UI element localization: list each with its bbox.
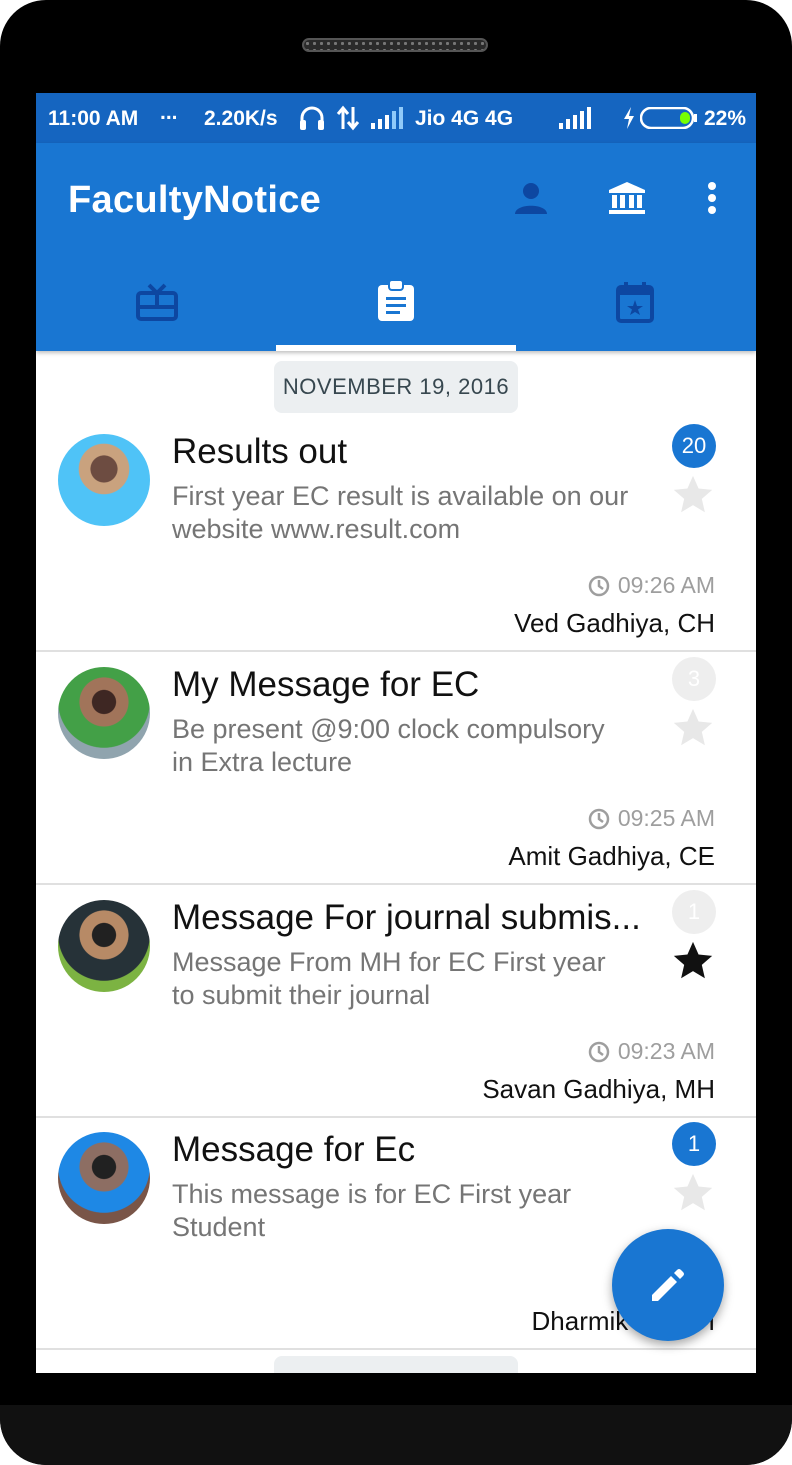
- notice-time-text: 09:25 AM: [617, 805, 715, 831]
- more-vert-icon[interactable]: [706, 181, 718, 220]
- battery-icon: [639, 106, 698, 135]
- notice-sender: Amit Gadhiya, CE: [508, 841, 715, 871]
- notice-title: My Message for EC: [172, 665, 480, 704]
- app-screen: 11:00 AM ... 2.20K/s Jio 4G 4G 22% Facul…: [36, 93, 756, 1373]
- status-dots: ...: [160, 101, 178, 124]
- notice-sender: Savan Gadhiya, MH: [482, 1074, 715, 1104]
- notice-time: 09:26 AM: [588, 572, 715, 599]
- edit-pencil-icon: [652, 1269, 684, 1301]
- app-title: FacultyNotice: [68, 179, 322, 221]
- status-carrier: Jio 4G 4G: [415, 107, 514, 130]
- signal-full-icon: [558, 107, 592, 137]
- avatar[interactable]: [58, 1132, 150, 1224]
- clock-icon: [588, 808, 610, 830]
- card-giftcard-icon: [136, 283, 178, 321]
- notice-time: 09:23 AM: [588, 1038, 715, 1065]
- headphones-icon: [298, 105, 326, 137]
- notice-card[interactable]: My Message for EC Be present @9:00 clock …: [36, 653, 756, 885]
- notice-body: Message From MH for EC First year to sub…: [172, 947, 606, 1010]
- avatar[interactable]: [58, 667, 150, 759]
- speaker-grille: [302, 38, 488, 52]
- star-icon[interactable]: [670, 472, 716, 518]
- notice-title: Results out: [172, 432, 348, 471]
- notice-title: Message For journal submis...: [172, 898, 641, 937]
- person-icon[interactable]: [514, 181, 548, 220]
- status-time: 11:00 AM: [48, 107, 139, 130]
- star-icon[interactable]: [670, 705, 716, 751]
- notice-time-text: 09:26 AM: [617, 572, 715, 598]
- charging-icon: [622, 106, 636, 136]
- unread-count-badge: 1: [672, 890, 716, 934]
- data-transfer-icon: [336, 105, 360, 137]
- unread-count-badge: 3: [672, 657, 716, 701]
- status-battery-level: 22%: [704, 107, 747, 130]
- star-icon[interactable]: [670, 938, 716, 984]
- tab-gifts[interactable]: [36, 273, 276, 351]
- avatar[interactable]: [58, 900, 150, 992]
- notice-card[interactable]: Message For journal submis... Message Fro…: [36, 886, 756, 1118]
- compose-fab[interactable]: [612, 1229, 724, 1341]
- unread-count-badge: 1: [672, 1122, 716, 1166]
- tab-indicator: [276, 345, 516, 351]
- institution-icon[interactable]: [608, 181, 646, 220]
- unread-count-badge: 20: [672, 424, 716, 468]
- clock-icon: [588, 1041, 610, 1063]
- notice-title: Message for Ec: [172, 1130, 416, 1169]
- notice-card[interactable]: Results out First year EC result is avail…: [36, 420, 756, 652]
- clock-icon: [588, 575, 610, 597]
- device-chin: [0, 1405, 792, 1465]
- status-network-speed: 2.20K/s: [204, 107, 278, 130]
- next-date-header: [274, 1356, 518, 1373]
- tab-events[interactable]: [516, 273, 756, 351]
- date-header: NOVEMBER 19, 2016: [274, 361, 518, 413]
- status-bar: 11:00 AM ... 2.20K/s Jio 4G 4G 22%: [36, 93, 756, 143]
- event-star-icon: [616, 282, 654, 323]
- assignment-icon: [378, 279, 414, 321]
- notice-body: First year EC result is available on our…: [172, 481, 629, 544]
- star-icon[interactable]: [670, 1170, 716, 1216]
- notice-time: 09:25 AM: [588, 805, 715, 832]
- notice-time-text: 09:23 AM: [617, 1038, 715, 1064]
- avatar[interactable]: [58, 434, 150, 526]
- notice-sender: Ved Gadhiya, CH: [514, 608, 715, 638]
- notice-body: Be present @9:00 clock compulsory in Ext…: [172, 714, 605, 777]
- notice-body: This message is for EC First year Studen…: [172, 1179, 572, 1242]
- signal-weak-icon: [370, 107, 404, 137]
- app-bar: FacultyNotice: [36, 143, 756, 351]
- tab-notices[interactable]: [276, 273, 516, 351]
- device-frame: 11:00 AM ... 2.20K/s Jio 4G 4G 22% Facul…: [0, 0, 792, 1465]
